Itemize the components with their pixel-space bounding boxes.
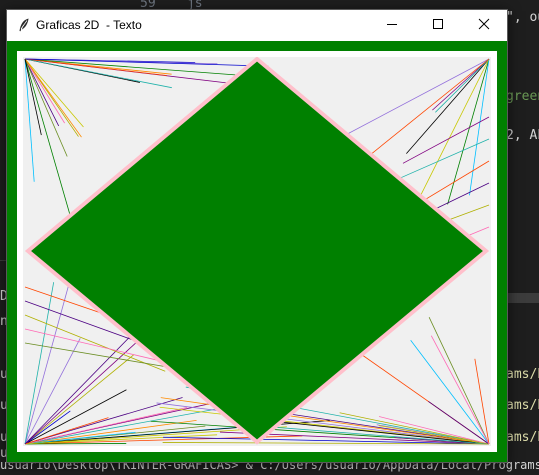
fan-line bbox=[24, 397, 183, 445]
code-line: ams/Py bbox=[506, 367, 539, 382]
fan-line bbox=[402, 116, 490, 164]
code-line: ", ou bbox=[506, 10, 539, 25]
canvas-drawing bbox=[24, 57, 490, 445]
minimize-button[interactable] bbox=[369, 10, 415, 41]
green-frame bbox=[7, 41, 507, 462]
fan-line bbox=[469, 58, 490, 196]
fan-line bbox=[24, 280, 71, 445]
window-title: Graficas 2D - Texto bbox=[36, 18, 142, 32]
maximize-icon bbox=[432, 17, 444, 35]
feather-icon bbox=[16, 17, 32, 33]
app-window: Graficas 2D - Texto bbox=[6, 9, 508, 463]
maximize-button[interactable] bbox=[415, 10, 461, 41]
close-icon bbox=[478, 17, 490, 35]
fan-line bbox=[24, 354, 135, 445]
minimize-icon bbox=[386, 17, 398, 35]
close-button[interactable] bbox=[461, 10, 507, 41]
fan-line bbox=[24, 58, 74, 227]
fan-line bbox=[24, 58, 65, 124]
code-line: ams/Py bbox=[506, 430, 539, 445]
code-line: 2, AL bbox=[506, 128, 539, 143]
fan-line bbox=[428, 317, 490, 445]
canvas-border bbox=[17, 51, 497, 452]
fan-line bbox=[410, 339, 490, 445]
drawing-canvas[interactable] bbox=[23, 57, 491, 446]
fan-line bbox=[435, 58, 490, 113]
code-line: ams/Py bbox=[506, 398, 539, 413]
editor-scrollbar[interactable] bbox=[507, 293, 539, 303]
fan-line bbox=[355, 58, 490, 167]
fan-line bbox=[24, 338, 81, 445]
fan-line bbox=[24, 443, 127, 445]
code-line: green bbox=[506, 89, 539, 104]
title-bar[interactable]: Graficas 2D - Texto bbox=[7, 10, 507, 41]
fan-line bbox=[24, 420, 330, 445]
